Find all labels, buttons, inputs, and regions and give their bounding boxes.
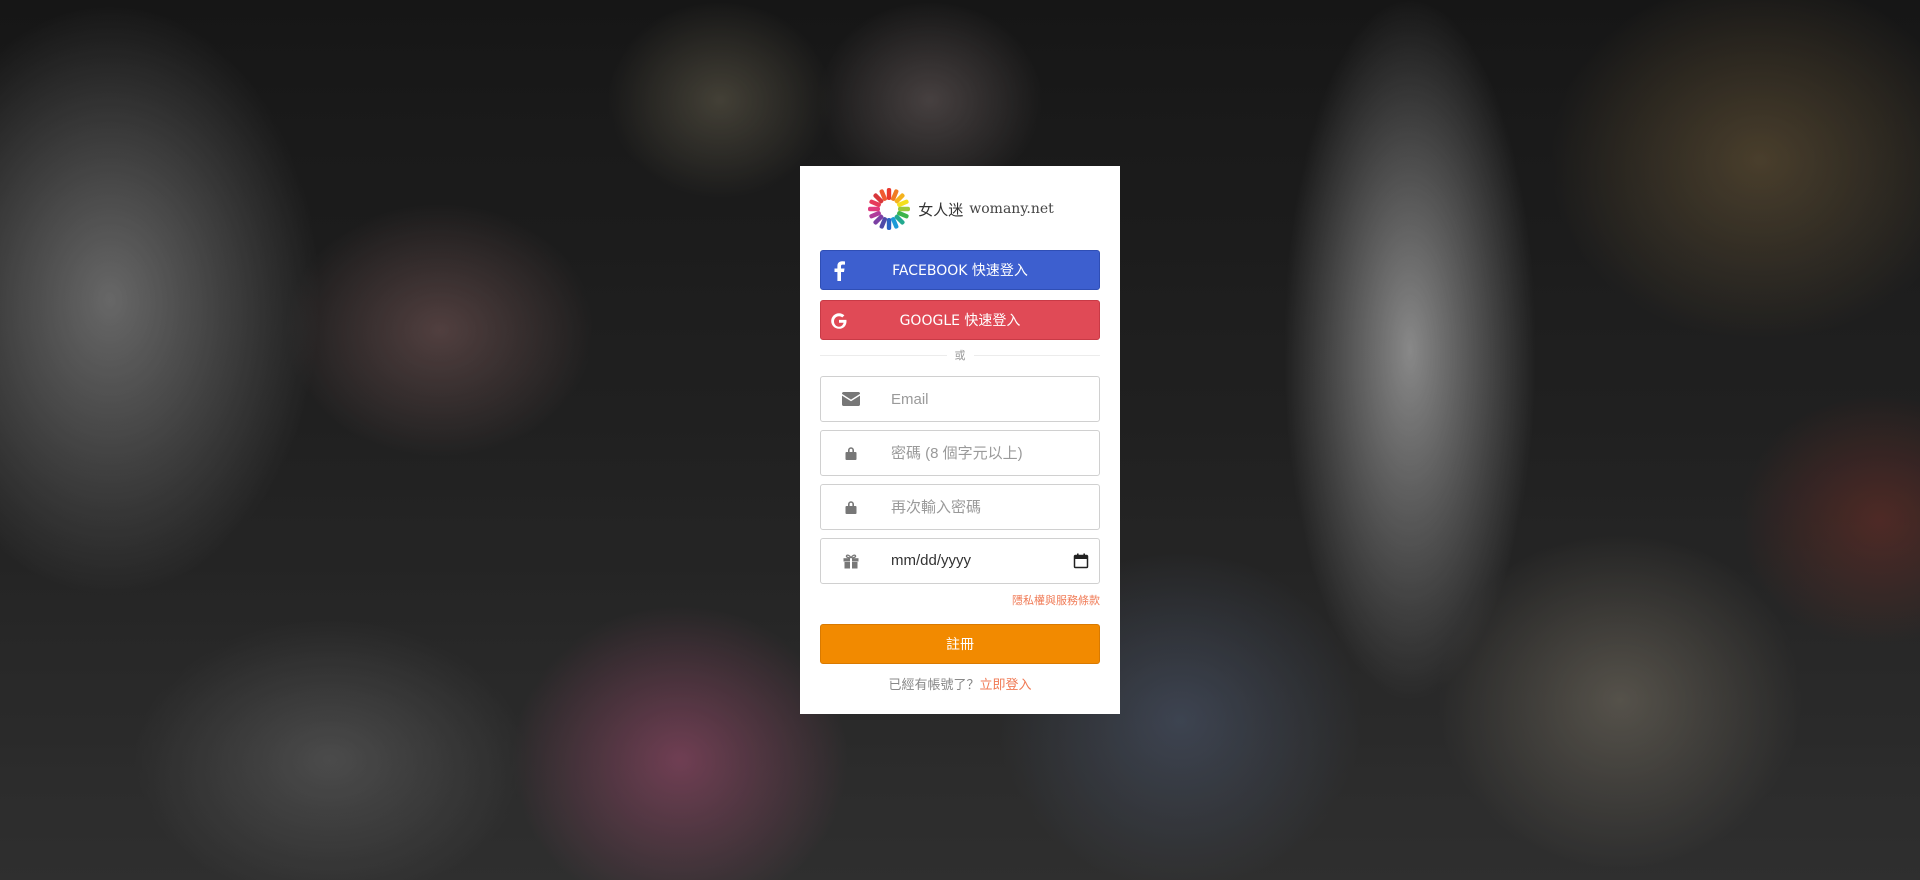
brand-name-en: womany.net (969, 201, 1054, 217)
privacy-terms-link[interactable]: 隱私權與服務條款 (1012, 592, 1100, 608)
password-confirm-field[interactable] (820, 484, 1100, 530)
facebook-icon (829, 261, 849, 281)
envelope-icon (841, 390, 861, 408)
login-link[interactable]: 立即登入 (980, 678, 1032, 693)
or-divider: 或 (820, 346, 1100, 364)
birthday-field[interactable]: mm/dd/yyyy (820, 538, 1100, 584)
or-divider-text: 或 (954, 349, 966, 362)
login-prompt-text: 已經有帳號了？ (888, 678, 980, 693)
register-button-label: 註冊 (946, 637, 974, 653)
brand-logo-icon (868, 188, 911, 230)
facebook-login-label: FACEBOOK 快速登入 (892, 263, 1028, 279)
brand-name-cn: 女人迷 (918, 200, 964, 219)
birthday-date-input[interactable]: mm/dd/yyyy (891, 552, 971, 569)
login-prompt: 已經有帳號了？立即登入 (800, 674, 1120, 693)
calendar-icon[interactable] (1073, 553, 1089, 569)
lock-icon (841, 444, 861, 462)
brand-logo[interactable]: 女人迷 womany.net (800, 184, 1120, 234)
lock-icon (841, 498, 861, 516)
google-icon (829, 311, 849, 331)
password-input[interactable] (891, 431, 1091, 475)
password-field[interactable] (820, 430, 1100, 476)
facebook-login-button[interactable]: FACEBOOK 快速登入 (820, 250, 1100, 290)
password-confirm-input[interactable] (891, 485, 1091, 529)
gift-icon (841, 552, 861, 570)
google-login-button[interactable]: GOOGLE 快速登入 (820, 300, 1100, 340)
register-button[interactable]: 註冊 (820, 624, 1100, 664)
email-input[interactable] (891, 377, 1091, 421)
register-card: 女人迷 womany.net FACEBOOK 快速登入 GOOGLE 快速登入… (800, 166, 1120, 714)
google-login-label: GOOGLE 快速登入 (899, 313, 1021, 329)
email-field[interactable] (820, 376, 1100, 422)
